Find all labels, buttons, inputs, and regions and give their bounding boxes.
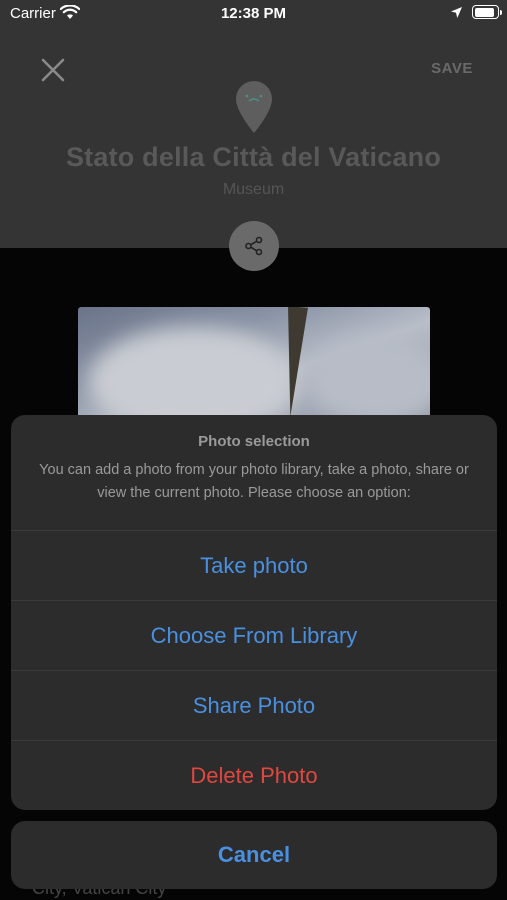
save-button[interactable]: SAVE: [424, 60, 480, 77]
place-title: Stato della Città del Vaticano: [65, 142, 442, 172]
delete-photo-button[interactable]: Delete Photo: [11, 741, 497, 810]
photo-cloud: [308, 337, 430, 427]
place-header: Carrier 12:38 PM SAVE Stato della Città …: [0, 0, 507, 248]
photo-obelisk: [280, 307, 308, 418]
battery-icon: [472, 5, 502, 19]
share-photo-button[interactable]: Share Photo: [11, 671, 497, 741]
close-button[interactable]: [38, 55, 68, 85]
share-icon: [245, 236, 263, 256]
action-sheet-header: Photo selection You can add a photo from…: [11, 415, 497, 531]
take-photo-button[interactable]: Take photo: [11, 531, 497, 601]
screen: Carrier 12:38 PM SAVE Stato della Città …: [0, 0, 507, 900]
location-icon: [450, 6, 463, 23]
status-bar: Carrier 12:38 PM: [0, 0, 507, 30]
action-sheet-title: Photo selection: [198, 433, 310, 450]
cancel-button[interactable]: Cancel: [11, 821, 497, 889]
choose-from-library-button[interactable]: Choose From Library: [11, 601, 497, 671]
action-sheet-message: You can add a photo from your photo libr…: [39, 462, 469, 501]
close-icon: [41, 58, 65, 82]
map-pin-icon: [233, 79, 275, 134]
place-category: Museum: [222, 181, 285, 198]
photo-action-sheet: Photo selection You can add a photo from…: [11, 415, 497, 810]
share-button[interactable]: [229, 221, 279, 271]
clock: 12:38 PM: [220, 5, 287, 22]
